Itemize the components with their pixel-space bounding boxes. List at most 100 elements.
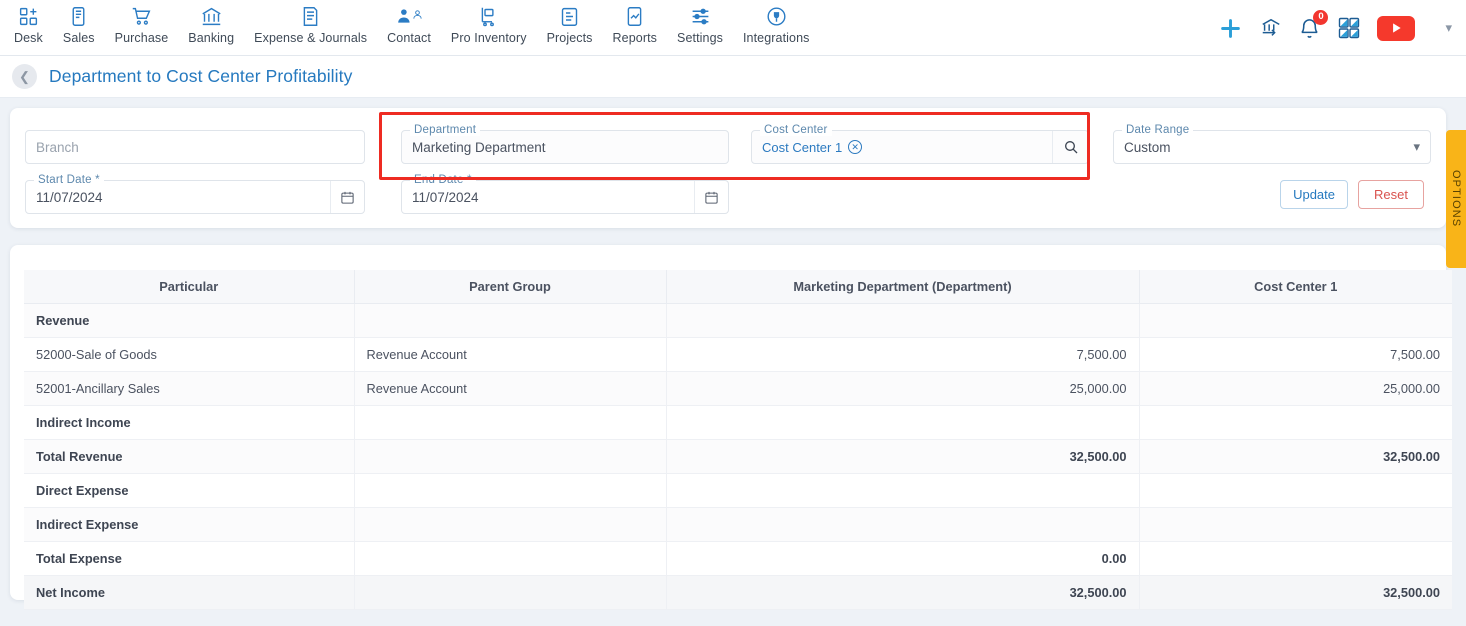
cell-parent-group xyxy=(354,575,667,610)
nav-item-contact[interactable]: Contact xyxy=(377,0,441,45)
nav-item-banking[interactable]: Banking xyxy=(178,0,244,45)
nav-item-integrations[interactable]: Integrations xyxy=(733,0,820,45)
projects-clipboard-icon xyxy=(559,5,580,27)
cost-center-chip-label: Cost Center 1 xyxy=(762,139,843,155)
notification-bell-icon[interactable]: 0 xyxy=(1298,9,1329,40)
nav-label: Purchase xyxy=(114,31,169,45)
update-button[interactable]: Update xyxy=(1280,180,1348,209)
cell-cost-center-amount xyxy=(1139,303,1452,338)
cell-cost-center-amount: 32,500.00 xyxy=(1139,575,1452,610)
column-header-cost-center[interactable]: Cost Center 1 xyxy=(1139,270,1452,304)
calendar-icon[interactable] xyxy=(694,181,728,213)
filter-actions: Update Reset xyxy=(1280,180,1424,209)
desk-grid-plus-icon xyxy=(18,5,39,27)
cell-parent-group: Revenue Account xyxy=(354,371,667,406)
date-range-field[interactable]: Date Range Custom ▾ xyxy=(1113,124,1431,164)
cell-cost-center-amount: 25,000.00 xyxy=(1139,371,1452,406)
cell-department-amount xyxy=(666,405,1140,440)
close-circle-icon[interactable]: ✕ xyxy=(848,140,863,154)
chevron-left-icon[interactable]: ❮ xyxy=(12,64,37,89)
nav-item-settings[interactable]: Settings xyxy=(667,0,733,45)
reports-chart-icon xyxy=(624,5,645,27)
options-tab-label: OPTIONS xyxy=(1450,170,1462,228)
reset-button[interactable]: Reset xyxy=(1358,180,1424,209)
cell-department-amount xyxy=(666,507,1140,542)
integrations-plug-icon xyxy=(766,5,787,27)
cost-center-chip[interactable]: Cost Center 1 ✕ xyxy=(762,139,863,155)
cell-parent-group xyxy=(354,303,667,338)
cell-department-amount xyxy=(666,303,1140,338)
cost-center-field[interactable]: Cost Center Cost Center 1 ✕ xyxy=(751,124,1089,164)
filter-panel: Branch Start Date * 11/07/2024 Departmen… xyxy=(10,108,1446,228)
search-icon[interactable] xyxy=(1052,131,1088,163)
nav-label: Sales xyxy=(62,31,95,45)
cell-cost-center-amount: 32,500.00 xyxy=(1139,439,1452,474)
end-date-field[interactable]: End Date * 11/07/2024 xyxy=(401,174,729,214)
cell-department-amount xyxy=(666,473,1140,508)
settings-sliders-icon xyxy=(690,5,711,27)
table-header-row: Particular Parent Group Marketing Depart… xyxy=(24,270,1452,304)
profitability-table: Particular Parent Group Marketing Depart… xyxy=(24,270,1452,610)
nav-item-desk[interactable]: Desk xyxy=(4,0,53,45)
table-row: 52000-Sale of Goods Revenue Account 7,500.… xyxy=(24,337,1452,372)
cell-cost-center-amount xyxy=(1139,473,1452,508)
contact-people-icon xyxy=(396,5,423,27)
cell-particular: 52000-Sale of Goods xyxy=(24,337,355,372)
calendar-icon[interactable] xyxy=(330,181,364,213)
table-row: Indirect Expense xyxy=(24,507,1452,542)
cell-particular: Net Income xyxy=(24,575,355,610)
cell-particular: Total Expense xyxy=(24,541,355,576)
date-range-value[interactable]: Custom xyxy=(1124,140,1171,155)
cell-parent-group xyxy=(354,507,667,542)
branch-field[interactable]: Branch xyxy=(25,130,365,164)
top-right-actions: 0 ▾ xyxy=(1217,0,1458,56)
nav-item-pro-inventory[interactable]: Pro Inventory xyxy=(441,0,537,45)
cell-particular: Indirect Expense xyxy=(24,507,355,542)
cell-cost-center-amount xyxy=(1139,507,1452,542)
nav-item-sales[interactable]: Sales xyxy=(53,0,105,45)
top-navigation-bar: Desk Sales Purchase Banking Expense & Jo… xyxy=(0,0,1466,56)
chevron-down-icon[interactable]: ▾ xyxy=(1431,20,1452,36)
nav-item-reports[interactable]: Reports xyxy=(603,0,667,45)
expense-journal-icon xyxy=(300,5,321,27)
nav-item-projects[interactable]: Projects xyxy=(537,0,603,45)
page-title: Department to Cost Center Profitability xyxy=(49,66,353,86)
nav-label: Settings xyxy=(677,31,723,45)
nav-label: Contact xyxy=(387,31,431,45)
nav-item-expense-journals[interactable]: Expense & Journals xyxy=(244,0,377,45)
apps-grid-icon[interactable] xyxy=(1337,16,1361,40)
cell-particular: Direct Expense xyxy=(24,473,355,508)
report-table-card: Particular Parent Group Marketing Depart… xyxy=(10,245,1452,610)
end-date-input[interactable]: 11/07/2024 xyxy=(412,190,479,205)
youtube-play-icon[interactable] xyxy=(1377,15,1416,41)
cell-cost-center-amount xyxy=(1139,405,1452,440)
notification-badge: 0 xyxy=(1313,9,1329,25)
column-header-department[interactable]: Marketing Department (Department) xyxy=(666,270,1140,304)
cell-particular: Total Revenue xyxy=(24,439,355,474)
department-field[interactable]: Department Marketing Department xyxy=(401,124,729,164)
table-row: Net Income 32,500.00 32,500.00 xyxy=(24,575,1452,610)
nav-item-purchase[interactable]: Purchase xyxy=(105,0,179,45)
cell-parent-group: Revenue Account xyxy=(354,337,667,372)
start-date-field[interactable]: Start Date * 11/07/2024 xyxy=(25,174,365,214)
cell-parent-group xyxy=(354,473,667,508)
cell-particular: Indirect Income xyxy=(24,405,355,440)
cell-department-amount: 7,500.00 xyxy=(666,337,1140,372)
bank-transfer-icon[interactable] xyxy=(1260,17,1282,39)
cell-department-amount: 0.00 xyxy=(666,541,1140,576)
purchase-cart-icon xyxy=(131,5,152,27)
options-side-tab[interactable]: OPTIONS xyxy=(1446,130,1466,268)
nav-label: Expense & Journals xyxy=(254,31,368,45)
department-input[interactable]: Marketing Department xyxy=(412,140,546,155)
cell-parent-group xyxy=(354,439,667,474)
add-plus-icon[interactable] xyxy=(1217,15,1244,42)
department-label: Department xyxy=(410,124,481,136)
start-date-input[interactable]: 11/07/2024 xyxy=(36,190,103,205)
date-range-label: Date Range xyxy=(1122,124,1194,136)
start-date-label: Start Date * xyxy=(34,174,104,186)
chevron-down-icon[interactable]: ▾ xyxy=(1413,139,1420,155)
column-header-parent-group[interactable]: Parent Group xyxy=(354,270,667,304)
cell-particular: Revenue xyxy=(24,303,355,338)
column-header-particular[interactable]: Particular xyxy=(24,270,355,304)
branch-input[interactable]: Branch xyxy=(36,140,79,155)
